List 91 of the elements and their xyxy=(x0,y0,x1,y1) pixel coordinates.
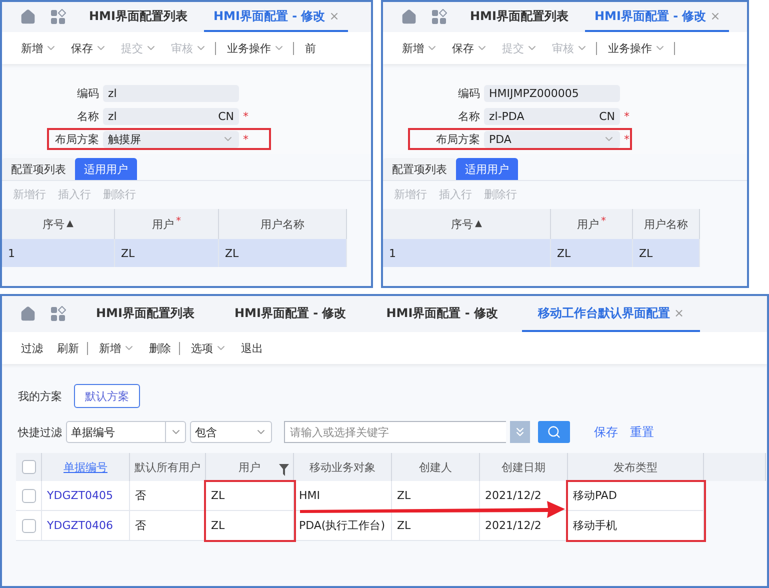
column-header[interactable]: 创建日期 xyxy=(480,453,568,481)
column-header[interactable]: 用户名称 xyxy=(633,209,700,239)
field-label: 编码 xyxy=(457,86,480,100)
tab[interactable]: 配置项列表 xyxy=(383,158,456,180)
column-header[interactable]: 序号 ▲ xyxy=(2,209,115,239)
input-field[interactable]: zl CN xyxy=(103,108,239,124)
required-mark: * xyxy=(243,110,248,122)
filter-icon[interactable] xyxy=(279,464,289,476)
toolbar-button[interactable]: 业务操作 xyxy=(220,42,294,54)
table-cell: ZL xyxy=(633,239,700,267)
home-icon[interactable] xyxy=(401,9,417,25)
field-label: 名称 xyxy=(457,108,480,124)
tab[interactable]: 适用用户 xyxy=(75,158,137,180)
home-icon[interactable] xyxy=(20,9,36,25)
reset-link[interactable]: 重置 xyxy=(630,424,654,440)
tab[interactable]: 配置项列表 xyxy=(2,158,75,180)
column-header[interactable]: 用户 xyxy=(206,453,294,481)
required-mark: * xyxy=(624,132,630,146)
home-icon[interactable] xyxy=(20,306,36,322)
toolbar-button[interactable]: 刷新 xyxy=(50,342,88,354)
toolbar-button[interactable]: 新增 xyxy=(92,340,142,356)
apps-icon[interactable] xyxy=(50,9,66,25)
toolbar-button[interactable]: 过滤 xyxy=(14,340,50,356)
tab[interactable]: HMI界面配置列表 xyxy=(461,2,578,32)
table-cell: 否 xyxy=(130,511,206,541)
required-mark: * xyxy=(624,110,630,122)
column-header[interactable]: 创建人 xyxy=(392,453,480,481)
table-cell: 移动PAD xyxy=(568,481,704,511)
chevrons-down-icon[interactable] xyxy=(510,421,530,443)
column-header[interactable]: 用户 * xyxy=(115,209,219,239)
field-label: 编码 xyxy=(76,86,99,100)
table-cell: ZL xyxy=(219,239,347,267)
scheme-label: 我的方案 xyxy=(18,388,62,404)
checkbox[interactable] xyxy=(22,488,36,502)
scheme-button[interactable]: 默认方案 xyxy=(74,384,140,408)
keyword-field[interactable]: 请输入或选择关键字 xyxy=(284,421,506,443)
toolbar-button[interactable]: 退出 xyxy=(234,340,270,356)
required-mark: * xyxy=(243,132,248,146)
table-cell: 否 xyxy=(130,481,206,511)
column-header[interactable]: 移动业务对象 xyxy=(294,453,392,481)
search-icon xyxy=(547,425,561,439)
table-cell: 2021/12/2 xyxy=(480,511,568,541)
column-header[interactable]: 单据编号 xyxy=(42,453,130,481)
input-field[interactable]: zl-PDA CN xyxy=(484,108,620,124)
checkbox[interactable] xyxy=(22,460,36,474)
checkbox[interactable] xyxy=(22,518,36,532)
apps-icon[interactable] xyxy=(431,9,447,25)
column-header[interactable]: 序号 ▲ xyxy=(383,209,551,239)
column-header[interactable]: 用户名称 xyxy=(219,209,347,239)
toolbar-button[interactable]: 保存 xyxy=(445,40,495,56)
tab[interactable]: HMI界面配置 - 修改 xyxy=(218,296,362,332)
tab[interactable]: HMI界面配置列表 xyxy=(80,2,196,32)
column-header[interactable]: 用户 * xyxy=(551,209,633,239)
document-link[interactable]: YDGZT0406 xyxy=(42,511,130,541)
apps-icon[interactable] xyxy=(50,306,66,322)
table-cell: 1 xyxy=(2,239,115,267)
toolbar-button[interactable]: 保存 xyxy=(64,40,114,56)
column-header[interactable]: 发布类型 xyxy=(568,453,704,481)
field-select[interactable]: 单据编号 xyxy=(66,421,186,443)
toolbar-button[interactable]: 前 xyxy=(298,40,323,56)
input-field[interactable]: zl xyxy=(103,84,239,102)
field-label: 名称 xyxy=(76,108,99,124)
save-link[interactable]: 保存 xyxy=(594,424,618,440)
document-link[interactable]: YDGZT0405 xyxy=(42,481,130,511)
toolbar-button[interactable]: 新增 xyxy=(14,40,64,56)
table-cell: HMI xyxy=(294,481,392,511)
tab[interactable]: HMI界面配置列表 xyxy=(80,296,210,332)
search-button[interactable] xyxy=(538,421,570,443)
table-cell: 移动手机 xyxy=(568,511,704,541)
field-label: 布局方案 xyxy=(435,132,480,146)
table-cell: ZL xyxy=(206,481,294,511)
table-cell: ZL xyxy=(115,239,219,267)
table-cell: PDA(执行工作台) xyxy=(294,511,392,541)
table-cell: ZL xyxy=(392,511,480,541)
dropdown-field[interactable]: PDA xyxy=(484,130,620,148)
dropdown-field[interactable]: 触摸屏 xyxy=(103,130,239,148)
tab[interactable]: 适用用户 xyxy=(456,158,518,180)
table-cell: ZL xyxy=(392,481,480,511)
filter-label: 快捷过滤 xyxy=(18,424,62,440)
toolbar-button[interactable]: 新增 xyxy=(395,40,445,56)
toolbar-button[interactable]: 选项 xyxy=(184,340,234,356)
table-cell: ZL xyxy=(206,511,294,541)
tab[interactable]: HMI界面配置 - 修改 xyxy=(370,296,514,332)
toolbar-button[interactable]: 删除 xyxy=(142,342,180,354)
table-cell: 1 xyxy=(383,239,551,267)
operator-select[interactable]: 包含 xyxy=(190,421,272,443)
input-field[interactable]: HMIJMPZ000005 xyxy=(484,84,620,102)
toolbar-button[interactable]: 业务操作 xyxy=(601,42,675,54)
column-header[interactable]: 默认所有用户 xyxy=(130,453,206,481)
field-label: 布局方案 xyxy=(54,132,99,146)
table-cell: ZL xyxy=(551,239,633,267)
